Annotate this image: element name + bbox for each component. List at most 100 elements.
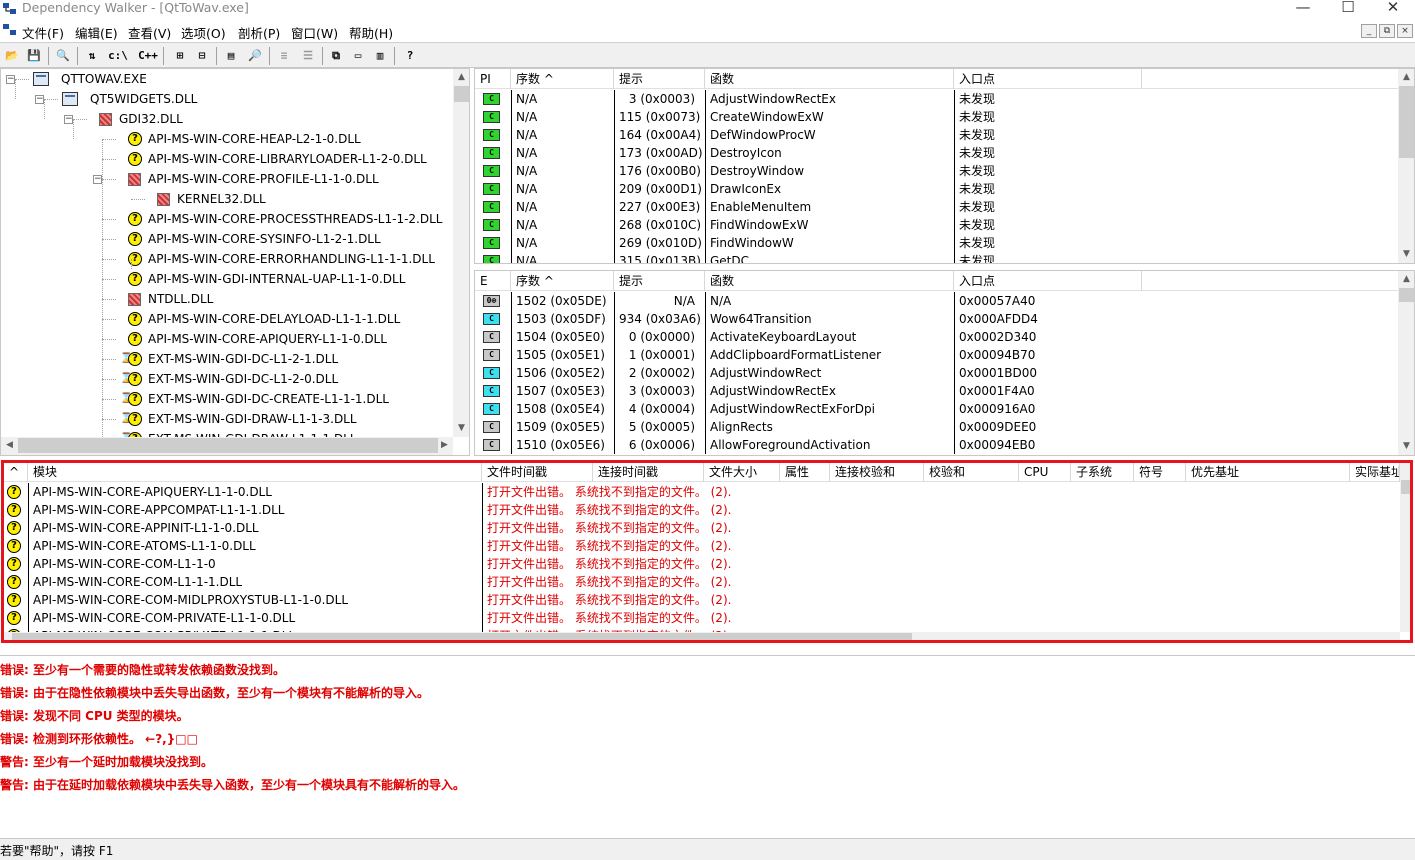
- next-icon[interactable]: ☰: [298, 46, 318, 65]
- tree-node[interactable]: − QTTOWAV.EXE: [1, 69, 453, 89]
- menu-window[interactable]: 窗口(W): [291, 23, 338, 42]
- full-paths-icon[interactable]: c:\: [108, 46, 128, 65]
- tree-node[interactable]: ? API-MS-WIN-CORE-SYSINFO-L1-2-1.DLL: [1, 229, 453, 249]
- tree-node[interactable]: ? API-MS-WIN-CORE-APIQUERY-L1-1-0.DLL: [1, 329, 453, 349]
- menu-options[interactable]: 选项(O): [181, 23, 226, 42]
- collapse-icon[interactable]: −: [64, 115, 73, 124]
- tree-node[interactable]: ⌛? EXT-MS-WIN-GDI-DC-L1-2-0.DLL: [1, 369, 453, 389]
- scroll-left-icon[interactable]: ◀: [1, 437, 18, 454]
- tree-node[interactable]: ? API-MS-WIN-CORE-PROCESSTHREADS-L1-1-2.D…: [1, 209, 453, 229]
- find-icon[interactable]: 🔍: [53, 46, 73, 65]
- column-header[interactable]: 函数: [705, 271, 954, 291]
- tile-horizontal-icon[interactable]: ▭: [348, 46, 368, 65]
- scroll-up-icon[interactable]: ▲: [1398, 271, 1414, 288]
- column-header[interactable]: 优先基址: [1186, 462, 1350, 482]
- tree-node[interactable]: ? API-MS-WIN-GDI-INTERNAL-UAP-L1-1-0.DLL: [1, 269, 453, 289]
- column-header[interactable]: 符号: [1134, 462, 1186, 482]
- export-vertical-scrollbar[interactable]: ▲ ▼: [1398, 271, 1414, 455]
- scroll-thumb[interactable]: [1399, 288, 1414, 302]
- column-header[interactable]: 模块: [28, 462, 482, 482]
- module-row[interactable]: ? API-MS-WIN-CORE-APPCOMPAT-L1-1-1.DLL 打开文…: [4, 501, 1400, 519]
- column-header[interactable]: 连接时间戳: [593, 462, 704, 482]
- mdi-close-button[interactable]: ×: [1397, 24, 1413, 38]
- column-header[interactable]: 序数 ^: [511, 271, 614, 291]
- menu-file[interactable]: 文件(F): [22, 23, 64, 42]
- column-header[interactable]: 连接校验和: [830, 462, 924, 482]
- menu-profile[interactable]: 剖析(P): [238, 23, 280, 42]
- close-button[interactable]: ✕: [1370, 0, 1415, 18]
- mdi-child-icon[interactable]: [2, 23, 18, 37]
- scroll-thumb[interactable]: [1399, 86, 1414, 158]
- scroll-down-icon[interactable]: ▼: [1398, 246, 1414, 263]
- scroll-thumb[interactable]: [454, 86, 469, 102]
- column-header[interactable]: ^: [4, 462, 28, 482]
- column-header[interactable]: 提示: [614, 271, 705, 291]
- scroll-down-icon[interactable]: ▼: [453, 420, 469, 437]
- minimize-button[interactable]: —: [1280, 0, 1326, 18]
- module-row[interactable]: ? API-MS-WIN-CORE-COM-PRIVATE-L1-1-0.DLL 打…: [4, 609, 1400, 627]
- module-horizontal-scrollbar[interactable]: [4, 632, 1400, 642]
- tree-node[interactable]: NTDLL.DLL: [1, 289, 453, 309]
- maximize-button[interactable]: ☐: [1325, 0, 1371, 18]
- scroll-thumb[interactable]: [12, 633, 912, 641]
- tree-vertical-scrollbar[interactable]: ▲ ▼: [453, 69, 469, 437]
- column-header[interactable]: 入口点: [954, 69, 1142, 89]
- auto-expand-icon[interactable]: ⇅: [82, 46, 102, 65]
- module-row[interactable]: ? API-MS-WIN-CORE-COM-L1-1-1.DLL 打开文件出错。 系…: [4, 573, 1400, 591]
- mdi-restore-button[interactable]: ⧉: [1379, 24, 1395, 38]
- open-icon[interactable]: 📂: [2, 46, 22, 65]
- scroll-thumb[interactable]: [18, 438, 438, 453]
- column-header[interactable]: E: [475, 271, 511, 291]
- save-icon[interactable]: 💾: [24, 46, 44, 65]
- column-header[interactable]: 属性: [780, 462, 830, 482]
- scroll-thumb[interactable]: [1401, 480, 1411, 494]
- module-list-icon[interactable]: ⊞: [170, 46, 190, 65]
- tree-node[interactable]: − GDI32.DLL: [1, 109, 453, 129]
- column-header[interactable]: 文件时间戳: [482, 462, 593, 482]
- module-vertical-scrollbar[interactable]: [1400, 462, 1412, 632]
- tree-node[interactable]: ? API-MS-WIN-CORE-ERRORHANDLING-L1-1-1.DL…: [1, 249, 453, 269]
- tree-node[interactable]: ? API-MS-WIN-CORE-DELAYLOAD-L1-1-1.DLL: [1, 309, 453, 329]
- tree-node[interactable]: ? API-MS-WIN-CORE-LIBRARYLOADER-L1-2-0.DL…: [1, 149, 453, 169]
- column-header[interactable]: 校验和: [924, 462, 1019, 482]
- column-header[interactable]: 文件大小: [704, 462, 780, 482]
- column-header[interactable]: 子系统: [1071, 462, 1134, 482]
- module-row[interactable]: ? API-MS-WIN-CORE-APPINIT-L1-1-0.DLL 打开文件出…: [4, 519, 1400, 537]
- column-header[interactable]: PI: [475, 69, 511, 89]
- column-header[interactable]: 提示: [614, 69, 705, 89]
- prev-icon[interactable]: ≡: [274, 46, 294, 65]
- menu-view[interactable]: 查看(V): [128, 23, 171, 42]
- tree-node[interactable]: − QT5WIDGETS.DLL: [1, 89, 453, 109]
- menu-help[interactable]: 帮助(H): [349, 23, 393, 42]
- column-header[interactable]: 入口点: [954, 271, 1142, 291]
- tree-horizontal-scrollbar[interactable]: ◀ ▶: [1, 437, 453, 455]
- menu-edit[interactable]: 编辑(E): [75, 23, 118, 42]
- module-row[interactable]: ? API-MS-WIN-CORE-ATOMS-L1-1-0.DLL 打开文件出错。…: [4, 537, 1400, 555]
- module-row[interactable]: ? API-MS-WIN-CORE-APIQUERY-L1-1-0.DLL 打开文件…: [4, 483, 1400, 501]
- scroll-down-icon[interactable]: ▼: [1398, 438, 1414, 455]
- undecorate-cpp-icon[interactable]: C++: [138, 46, 158, 65]
- module-row[interactable]: ? API-MS-WIN-CORE-COM-L1-1-0 打开文件出错。 系统找不到…: [4, 555, 1400, 573]
- collapse-icon[interactable]: −: [6, 75, 15, 84]
- tree-node[interactable]: ⌛? EXT-MS-WIN-GDI-DC-L1-2-1.DLL: [1, 349, 453, 369]
- scroll-up-icon[interactable]: ▲: [1398, 69, 1414, 86]
- import-vertical-scrollbar[interactable]: ▲ ▼: [1398, 69, 1414, 263]
- tree-node[interactable]: ? API-MS-WIN-CORE-HEAP-L2-1-0.DLL: [1, 129, 453, 149]
- module-props-icon[interactable]: ⊟: [192, 46, 212, 65]
- collapse-icon[interactable]: −: [93, 175, 102, 184]
- system-info-icon[interactable]: ▤: [221, 46, 241, 65]
- column-header[interactable]: CPU: [1019, 462, 1071, 482]
- help-icon[interactable]: ?: [400, 46, 420, 65]
- column-header[interactable]: 实际基址: [1350, 462, 1400, 482]
- tree-node[interactable]: KERNEL32.DLL: [1, 189, 453, 209]
- tree-node[interactable]: ⌛? EXT-MS-WIN-GDI-DRAW-L1-1-3.DLL: [1, 409, 453, 429]
- properties-icon[interactable]: 🔎: [245, 46, 265, 65]
- scroll-right-icon[interactable]: ▶: [436, 437, 453, 454]
- mdi-minimize-button[interactable]: _: [1361, 24, 1377, 38]
- module-row[interactable]: ? API-MS-WIN-CORE-COM-MIDLPROXYSTUB-L1-1-…: [4, 591, 1400, 609]
- cascade-icon[interactable]: ⧉: [326, 46, 346, 65]
- column-header[interactable]: 序数 ^: [511, 69, 614, 89]
- tree-node[interactable]: ⌛? EXT-MS-WIN-GDI-DC-CREATE-L1-1-1.DLL: [1, 389, 453, 409]
- tile-vertical-icon[interactable]: ▥: [370, 46, 390, 65]
- collapse-icon[interactable]: −: [35, 95, 44, 104]
